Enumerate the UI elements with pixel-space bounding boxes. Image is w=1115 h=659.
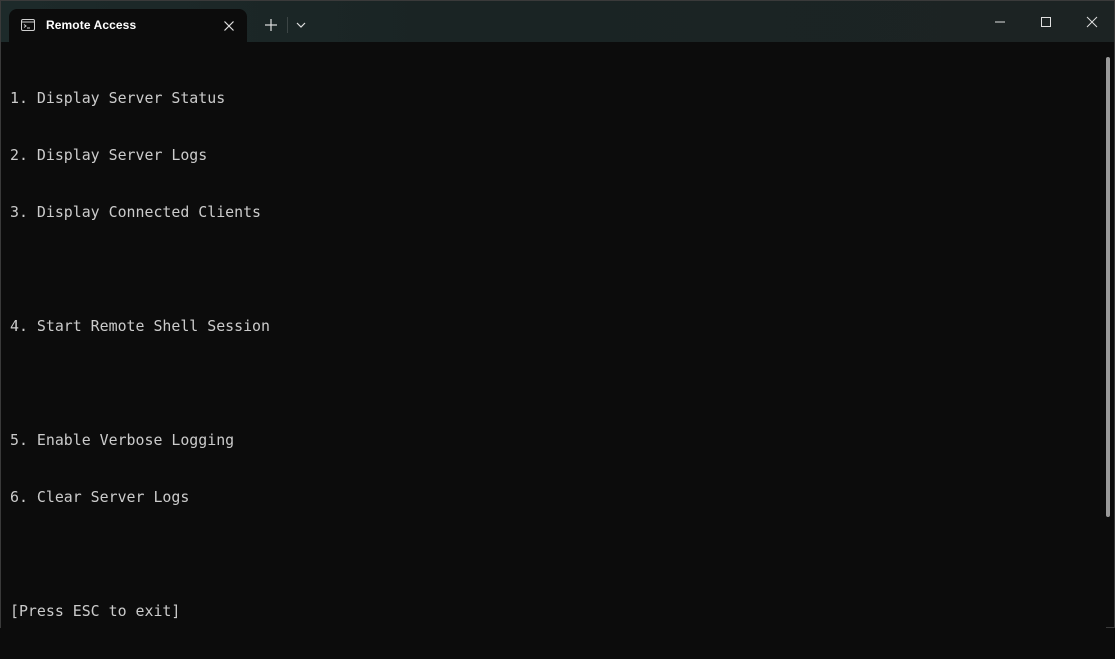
terminal-icon xyxy=(21,19,35,31)
scrollbar[interactable] xyxy=(1106,57,1110,517)
menu-line: 1. Display Server Status xyxy=(10,89,226,107)
maximize-button[interactable] xyxy=(1023,1,1069,42)
tab-close-icon[interactable] xyxy=(221,18,237,34)
title-bar[interactable]: Remote Access xyxy=(1,1,1114,42)
close-icon xyxy=(1086,16,1098,28)
tab-divider xyxy=(287,17,288,33)
menu-line: 2. Display Server Logs xyxy=(10,146,208,164)
tab-title: Remote Access xyxy=(46,18,137,32)
plus-icon[interactable] xyxy=(261,15,281,35)
menu-line: 5. Enable Verbose Logging xyxy=(10,431,235,449)
close-window-button[interactable] xyxy=(1069,1,1115,42)
terminal-window: Remote Access 1. Display Server Status 2… xyxy=(0,0,1115,628)
terminal-output[interactable]: 1. Display Server Status 2. Display Serv… xyxy=(1,42,1106,628)
exit-hint: [Press ESC to exit] xyxy=(10,602,181,620)
menu-line: 4. Start Remote Shell Session xyxy=(10,317,270,335)
menu-line: 3. Display Connected Clients xyxy=(10,203,262,221)
minimize-button[interactable] xyxy=(977,1,1023,42)
chevron-down-icon[interactable] xyxy=(291,15,311,35)
terminal-lines: 1. Display Server Status 2. Display Serv… xyxy=(10,51,270,659)
menu-line: 6. Clear Server Logs xyxy=(10,488,190,506)
tab-remote-access[interactable]: Remote Access xyxy=(9,9,247,42)
maximize-icon xyxy=(1041,17,1051,27)
minimize-icon xyxy=(995,21,1005,23)
